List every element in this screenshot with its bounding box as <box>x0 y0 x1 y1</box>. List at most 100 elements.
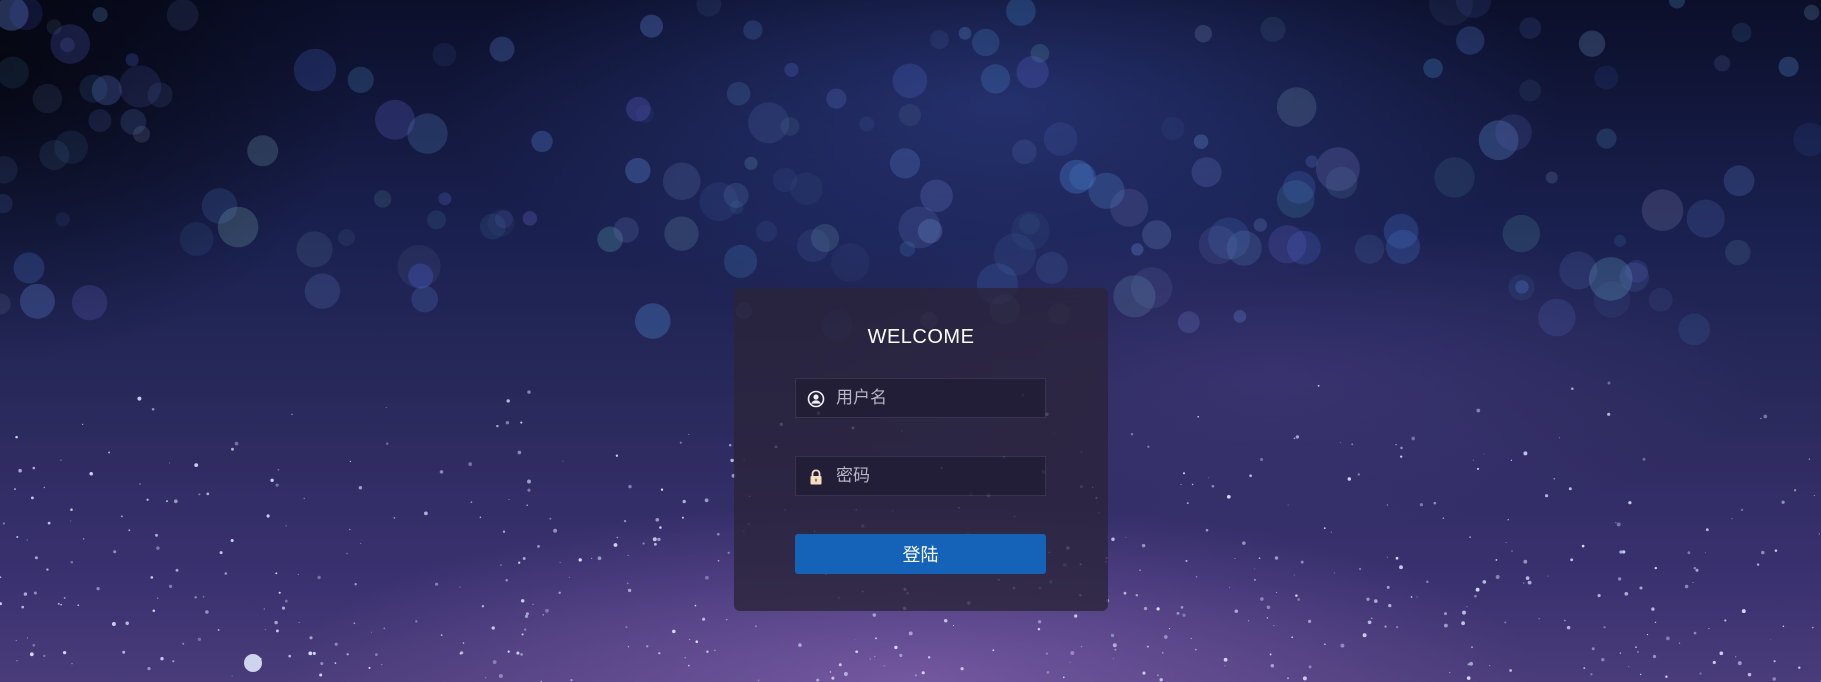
star <box>1266 605 1271 609</box>
star <box>1601 657 1605 662</box>
star <box>568 576 570 578</box>
login-button[interactable]: 登陆 <box>795 534 1046 574</box>
bokeh-light <box>744 156 758 170</box>
bokeh-light <box>1559 251 1598 290</box>
bokeh-light <box>724 244 758 278</box>
password-input[interactable] <box>836 457 1036 495</box>
star <box>1511 550 1513 552</box>
bokeh-light <box>438 192 452 206</box>
username-field[interactable] <box>795 378 1046 418</box>
bokeh-light <box>1495 114 1532 151</box>
star <box>23 592 28 596</box>
star <box>1037 620 1042 624</box>
password-field[interactable] <box>795 456 1046 496</box>
star <box>1419 503 1424 507</box>
bokeh-light <box>247 135 279 167</box>
bokeh-light <box>375 99 415 140</box>
star <box>275 572 278 575</box>
bokeh-light <box>1723 165 1755 197</box>
star <box>1740 508 1744 512</box>
star <box>89 472 93 476</box>
star <box>21 605 25 609</box>
star <box>1045 652 1048 655</box>
bokeh-light <box>635 303 671 339</box>
star <box>1269 653 1272 656</box>
star <box>1308 665 1312 669</box>
star <box>1687 551 1691 555</box>
star <box>1798 666 1801 669</box>
star <box>658 652 661 655</box>
star <box>1635 646 1637 648</box>
bokeh-light <box>201 188 238 224</box>
star <box>1781 500 1785 504</box>
star <box>381 663 383 666</box>
star <box>1772 677 1776 681</box>
star <box>1190 637 1192 640</box>
star <box>1359 567 1362 571</box>
star <box>520 653 523 656</box>
star <box>1564 619 1566 622</box>
star <box>368 666 371 669</box>
star <box>520 599 525 603</box>
star <box>559 562 561 563</box>
star <box>1330 531 1332 533</box>
star <box>1156 607 1160 611</box>
star <box>1472 459 1474 461</box>
star <box>288 654 292 658</box>
star <box>1616 522 1621 527</box>
bokeh-light <box>494 210 513 229</box>
star <box>33 591 37 595</box>
bokeh-light <box>898 103 922 127</box>
bokeh-light <box>859 116 875 132</box>
star <box>714 649 716 652</box>
star <box>231 447 234 451</box>
star <box>1069 661 1071 663</box>
star <box>1547 575 1549 577</box>
star <box>578 558 582 562</box>
star <box>1180 606 1184 609</box>
bokeh-light <box>1668 0 1686 9</box>
star <box>1324 643 1326 646</box>
star <box>2 522 6 525</box>
star <box>1619 652 1622 654</box>
star <box>1373 599 1378 603</box>
star <box>1712 660 1716 665</box>
bokeh-light <box>784 62 799 77</box>
star <box>689 638 691 641</box>
star <box>468 462 473 467</box>
star <box>439 470 444 474</box>
star <box>1273 625 1275 627</box>
bokeh-light <box>1731 22 1752 43</box>
bokeh-light <box>32 83 63 114</box>
star <box>166 500 168 503</box>
username-input[interactable] <box>836 379 1036 417</box>
star <box>168 584 173 589</box>
star <box>415 620 418 623</box>
bokeh-light <box>892 63 928 99</box>
bokeh-light <box>696 0 722 17</box>
bokeh-light <box>790 172 823 205</box>
star <box>1295 594 1298 597</box>
star <box>385 406 387 409</box>
star <box>702 617 706 621</box>
star <box>60 459 62 461</box>
star <box>1162 652 1164 654</box>
star <box>1400 446 1403 450</box>
star <box>499 564 502 567</box>
star <box>524 628 527 631</box>
star <box>1495 558 1498 561</box>
star <box>843 672 848 676</box>
bokeh-light <box>1191 157 1222 188</box>
star <box>1646 633 1649 636</box>
star <box>1654 566 1657 570</box>
star <box>285 525 287 527</box>
star <box>526 504 528 506</box>
star <box>1773 660 1776 663</box>
star <box>1223 657 1228 662</box>
star <box>657 537 661 542</box>
bokeh-light <box>304 273 341 309</box>
star <box>152 609 156 612</box>
star <box>728 443 732 447</box>
bokeh-light <box>1641 189 1684 231</box>
star <box>522 557 526 560</box>
